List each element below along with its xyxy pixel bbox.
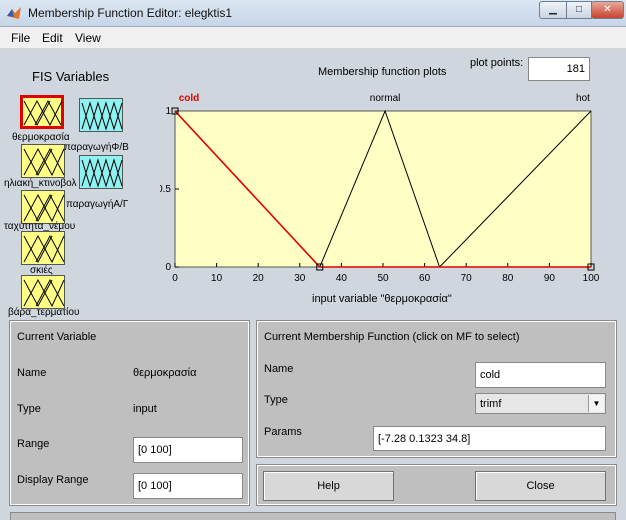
plot-points-label: plot points:: [470, 57, 524, 69]
help-button[interactable]: Help: [263, 471, 394, 501]
range-label: Range: [17, 438, 50, 450]
window-titlebar: Membership Function Editor: elegktis1 ▁ …: [0, 0, 626, 27]
menu-file[interactable]: File: [11, 31, 30, 45]
mf-type-value: trimf: [480, 398, 502, 410]
variable-type-label: Type: [17, 403, 41, 415]
buttons-panel: Help Close: [256, 464, 617, 506]
mf-name-label: Name: [264, 363, 294, 375]
mf-type-label: Type: [264, 394, 288, 406]
mf-label-normal: normal: [370, 93, 401, 104]
input-variable-box-vari[interactable]: [21, 275, 65, 309]
menu-edit[interactable]: Edit: [42, 31, 63, 45]
current-variable-panel: Current Variable Name θερμοκρασία Type i…: [9, 320, 250, 506]
mf-triangles-icon: [23, 147, 65, 177]
variable-type-value: input: [133, 403, 157, 415]
plot-x-axis-label: input variable "θερμοκρασία": [312, 293, 452, 305]
mf-triangles-icon: [81, 158, 123, 188]
y-tick-label: 1: [165, 106, 171, 117]
y-tick-label: 0: [165, 262, 171, 273]
x-tick-label: 10: [211, 273, 223, 284]
input-variable-box-taxytita[interactable]: [21, 190, 65, 224]
display-range-input[interactable]: [0 100]: [133, 473, 243, 499]
window-title: Membership Function Editor: elegktis1: [28, 6, 233, 20]
mf-params-label: Params: [264, 426, 302, 438]
x-tick-label: 90: [544, 273, 556, 284]
plot-background: [174, 110, 592, 268]
mf-triangles-icon: [23, 278, 65, 308]
close-window-button[interactable]: ✕: [591, 1, 624, 19]
input-variable-box-thermokrasia[interactable]: [20, 95, 64, 129]
current-mf-heading: Current Membership Function (click on MF…: [264, 331, 520, 343]
minimize-button[interactable]: ▁: [539, 1, 567, 19]
display-range-label: Display Range: [17, 474, 89, 486]
y-tick-label: 0.5: [160, 184, 171, 195]
current-mf-panel: Current Membership Function (click on MF…: [256, 320, 617, 458]
mf-name-input[interactable]: cold: [475, 362, 606, 388]
maximize-button[interactable]: □: [566, 1, 592, 19]
dropdown-arrow-icon[interactable]: ▼: [588, 395, 604, 412]
x-tick-label: 0: [172, 273, 178, 284]
mf-triangles-icon: [81, 101, 123, 131]
mf-label-hot: hot: [576, 93, 590, 104]
x-tick-label: 50: [377, 273, 389, 284]
input-variable-label: ηλιακή_κτινοβολ: [4, 178, 77, 189]
input-variable-label: θερμοκρασία: [12, 132, 70, 143]
x-tick-label: 30: [294, 273, 306, 284]
x-tick-label: 70: [461, 273, 473, 284]
plot-title: Membership function plots: [318, 66, 447, 78]
x-tick-label: 40: [336, 273, 348, 284]
variable-name-label: Name: [17, 367, 47, 379]
membership-function-plot[interactable]: 0 10 20 30 40 50 60 70 80 90 100 0 0.5 1 normal hot cold: [160, 85, 606, 293]
menu-view[interactable]: View: [75, 31, 101, 45]
current-variable-heading: Current Variable: [17, 331, 97, 343]
output-variable-box-paragogi-ag[interactable]: [79, 155, 123, 189]
input-variable-box-skies[interactable]: [21, 231, 65, 265]
input-variable-box-iliaki[interactable]: [21, 144, 65, 178]
output-variable-label: παραγωγήΑ/Γ: [66, 199, 129, 210]
menu-bar: File Edit View: [0, 27, 626, 49]
status-bar: [10, 512, 616, 520]
mf-params-input[interactable]: [-7.28 0.1323 34.8]: [373, 426, 606, 451]
matlab-app-icon: [7, 7, 21, 19]
output-variable-box-paragogi-fv[interactable]: [79, 98, 123, 132]
x-tick-label: 80: [502, 273, 514, 284]
mf-type-select[interactable]: trimf ▼: [475, 393, 606, 414]
editor-client-area: FIS Variables θερμοκρασία ηλιακή_κτινοβο…: [0, 49, 626, 520]
x-tick-label: 60: [419, 273, 431, 284]
close-button[interactable]: Close: [475, 471, 606, 501]
mf-label-cold: cold: [179, 93, 200, 104]
plot-points-input[interactable]: 181: [528, 57, 590, 81]
mf-triangles-icon: [23, 234, 65, 264]
output-variable-label: παραγωγήΦ/Β: [64, 142, 129, 153]
x-tick-label: 100: [583, 273, 600, 284]
variable-name-value: θερμοκρασία: [133, 367, 197, 379]
range-input[interactable]: [0 100]: [133, 437, 243, 463]
x-tick-label: 20: [253, 273, 265, 284]
fis-variables-heading: FIS Variables: [32, 69, 110, 84]
mf-triangles-icon: [23, 193, 65, 223]
mf-triangles-icon: [23, 99, 63, 127]
input-variable-label: βάρα_τερματίου: [8, 307, 80, 318]
